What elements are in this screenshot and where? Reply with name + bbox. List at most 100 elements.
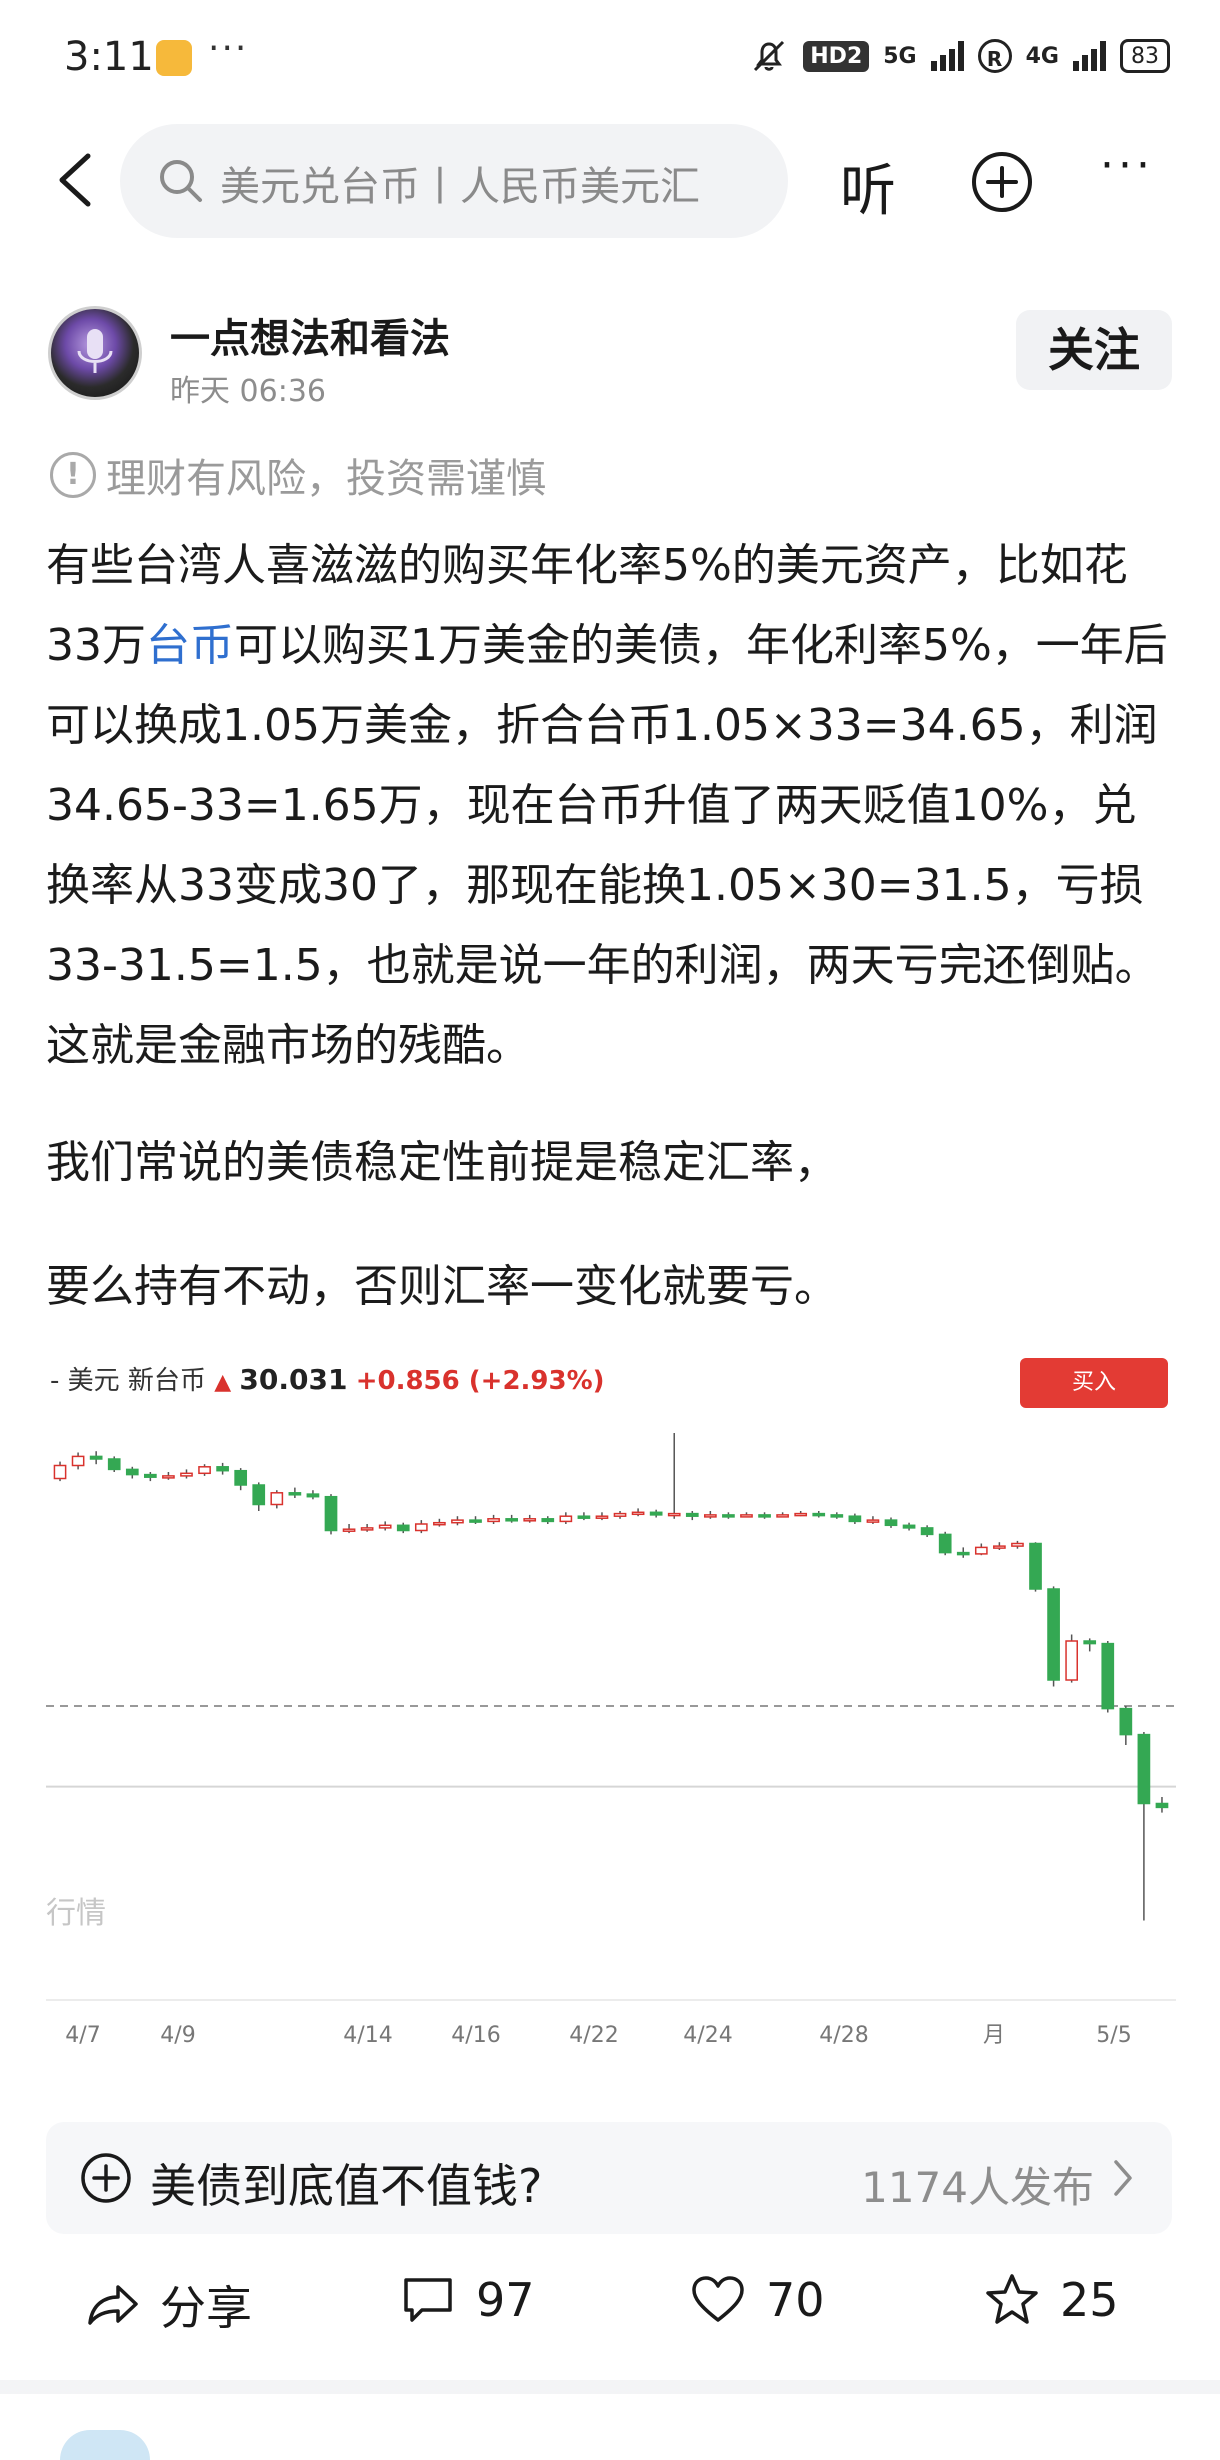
x-tick-label: 5/5 (1096, 2023, 1131, 2048)
candle-body (722, 1514, 735, 1518)
comment-button[interactable]: 97 (400, 2272, 535, 2328)
candle-body (53, 1464, 67, 1480)
search-icon (160, 160, 202, 202)
candle-body (974, 1546, 988, 1555)
back-arrow-icon[interactable] (48, 150, 108, 210)
candle-body (631, 1511, 645, 1516)
candle-body (1011, 1542, 1024, 1547)
favorite-button[interactable]: 25 (984, 2272, 1119, 2328)
candle-body (902, 1524, 916, 1529)
follow-button[interactable]: 关注 (1016, 310, 1172, 390)
candle-body (1083, 1640, 1097, 1645)
candle-body (487, 1518, 500, 1523)
like-button[interactable]: 70 (690, 2272, 825, 2328)
signal-bars-icon (1073, 41, 1106, 71)
article-text: 可以购买1万美金的美债，年化利率5%，一年后可以换成1.05万美金，折合台币1.… (46, 620, 1168, 1071)
article-link-taibi[interactable]: 台币 (146, 620, 234, 671)
notes-app-icon (156, 40, 192, 76)
add-circle-icon (81, 2153, 131, 2203)
net-5g-label: 5G (883, 43, 917, 69)
article-paragraph-3: 要么持有不动，否则汇率一变化就要亏。 (46, 1261, 838, 1312)
candle-body (270, 1492, 284, 1506)
candle-body (306, 1493, 320, 1498)
candle-body (252, 1484, 266, 1506)
status-more-dots: ··· (208, 28, 249, 69)
candle-body (776, 1514, 789, 1518)
x-tick-label: 4/22 (569, 2023, 618, 2048)
candle-body (848, 1515, 862, 1523)
candle-body (866, 1519, 880, 1523)
star-icon (986, 2274, 1038, 2324)
share-icon (88, 2285, 138, 2325)
candle-body (180, 1472, 193, 1477)
x-tick-label: 4/7 (65, 2023, 100, 2048)
share-button[interactable]: 分享 (84, 2272, 252, 2338)
chevron-right-icon (1114, 2160, 1132, 2196)
author-name[interactable]: 一点想法和看法 (170, 306, 450, 364)
candle-body (107, 1458, 121, 1471)
heart-icon (692, 2276, 744, 2322)
hd-badge: HD2 (803, 40, 870, 72)
candle-body (396, 1524, 410, 1532)
candle-body (144, 1473, 157, 1478)
add-circle-icon[interactable] (970, 150, 1034, 214)
comment-count: 97 (476, 2273, 535, 2327)
candle-body (1155, 1802, 1169, 1809)
candle-body (1047, 1588, 1060, 1681)
roaming-icon: R (977, 39, 1012, 73)
signal-bars-icon (930, 41, 964, 71)
candle-body (740, 1514, 753, 1518)
candle-body (125, 1468, 139, 1476)
article-paragraph-2: 我们常说的美债稳定性前提是稳定汇率， (46, 1137, 838, 1188)
chart-watermark: 行情 (46, 1896, 106, 1931)
candle-body (613, 1512, 627, 1517)
candle-body (162, 1475, 175, 1479)
candle-body (71, 1455, 85, 1467)
candle-body (1101, 1642, 1115, 1710)
candle-body (794, 1512, 808, 1517)
search-bar[interactable]: 美元兑台币丨人民币美元汇 (120, 124, 788, 238)
candle-body (469, 1519, 482, 1523)
candle-body (1119, 1707, 1133, 1736)
risk-notice: ! 理财有风险，投资需谨慎 (50, 446, 546, 504)
more-options-button[interactable]: ··· (1100, 140, 1154, 191)
candle-body (938, 1533, 952, 1554)
candle-body (324, 1495, 338, 1532)
author-avatar[interactable] (48, 306, 142, 400)
topic-card[interactable]: 美债到底值不值钱? 1174人发布 (46, 2122, 1172, 2234)
candle-body (198, 1466, 211, 1475)
search-input[interactable]: 美元兑台币丨人民币美元汇 (220, 154, 760, 212)
candle-body (920, 1527, 934, 1536)
candle-body (378, 1524, 392, 1529)
microphone-icon (77, 329, 113, 373)
status-bar: 3:11 ··· HD2 5G R 4G 83 (0, 0, 1220, 120)
candle-body (649, 1511, 663, 1516)
section-divider (0, 2380, 1220, 2394)
risk-notice-text: 理财有风险，投资需谨慎 (106, 456, 546, 502)
candle-body (704, 1514, 717, 1518)
post-time: 昨天 06:36 (170, 374, 326, 409)
candle-body (993, 1545, 1006, 1549)
x-tick-label: 4/14 (343, 2023, 392, 2048)
candle-body (288, 1492, 302, 1496)
candle-body (595, 1515, 609, 1519)
mute-bell-icon (754, 40, 785, 72)
candle-body (216, 1466, 229, 1472)
share-label: 分享 (160, 2281, 252, 2335)
next-post-avatar (60, 2430, 150, 2460)
candle-body (577, 1515, 591, 1519)
article-paragraph-1: 有些台湾人喜滋滋的购买年化率5%的美元资产，比如花33万台币可以购买1万美金的美… (46, 526, 1176, 1086)
like-count: 70 (766, 2273, 825, 2327)
candle-body (541, 1518, 555, 1523)
candle-body (812, 1512, 826, 1517)
candle-body (433, 1521, 446, 1526)
x-tick-label: 4/9 (160, 2023, 195, 2048)
x-tick-label: 4/24 (683, 2023, 732, 2048)
candle-body (414, 1523, 428, 1532)
favorite-count: 25 (1060, 2273, 1119, 2327)
candle-body (360, 1527, 374, 1531)
listen-button[interactable]: 听 (840, 146, 896, 227)
candle-body (884, 1519, 898, 1527)
x-tick-label: 4/28 (819, 2023, 868, 2048)
candle-body (830, 1514, 844, 1518)
